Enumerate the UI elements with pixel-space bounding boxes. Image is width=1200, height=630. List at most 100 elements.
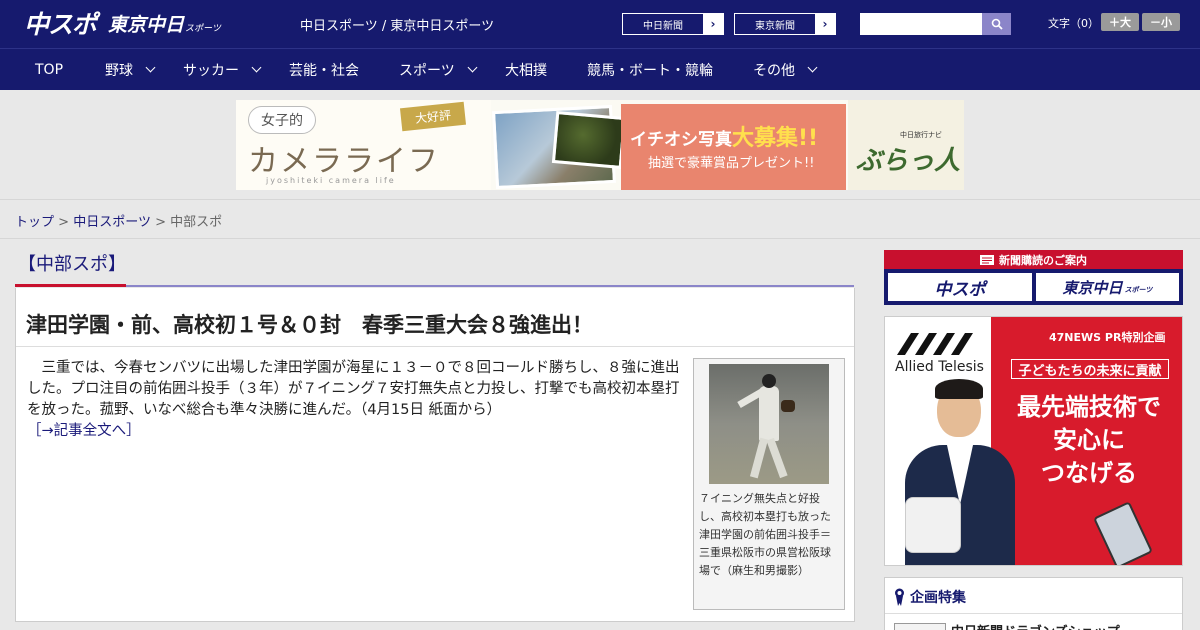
ad-headline-line: つなげる xyxy=(1041,459,1137,487)
feature-item-thumbnail[interactable] xyxy=(894,623,946,630)
nav-item-other[interactable]: その他 xyxy=(753,49,818,90)
feature-divider xyxy=(885,613,1182,614)
headline-divider xyxy=(16,346,854,347)
ad-headline-line: 安心に xyxy=(1053,426,1125,454)
breadcrumb-separator: > xyxy=(155,215,166,230)
newspaper-icon xyxy=(980,254,994,265)
font-smaller-button[interactable]: －小 xyxy=(1142,13,1180,31)
chevron-right-icon: › xyxy=(815,14,835,34)
section-underline-purple xyxy=(126,285,854,287)
tokyo-shimbun-label: 東京新聞 xyxy=(755,20,795,32)
banner-prize-text: 抽選で豪華賞品プレゼント!! xyxy=(648,156,815,171)
nav-item-label: 芸能・社会 xyxy=(289,62,359,79)
allied-telesis-logo-icon xyxy=(897,333,973,355)
nav-item-keiba[interactable]: 競馬・ボート・競輪 xyxy=(587,49,713,90)
feature-box: 企画特集 中日新聞ドラゴンズショップ xyxy=(884,577,1183,630)
banner-romaji: jyoshiteki camera life xyxy=(266,176,396,185)
article-headline: 津田学園・前、高校初１号＆０封 春季三重大会８強進出！ xyxy=(26,313,593,337)
nav-item-label: スポーツ xyxy=(399,62,455,79)
breadcrumb-top-link[interactable]: トップ xyxy=(15,215,54,230)
feature-title-label: 企画特集 xyxy=(910,590,966,606)
subscribe-tokyo-chunichi-label: 東京中日 xyxy=(1062,278,1123,297)
section-title: 【中部スポ】 xyxy=(18,254,126,275)
main-nav: TOP 野球 サッカー 芸能・社会 スポーツ 大相撲 競馬・ボート・競輪 その他 xyxy=(0,48,1200,90)
site-logo[interactable]: 中スポ 東京中日 スポーツ xyxy=(24,8,221,39)
banner-ichioshi-headline: イチオシ写真大募集!! xyxy=(630,120,818,152)
nav-item-top[interactable]: TOP xyxy=(35,49,63,90)
subscription-header: 新聞購読のご案内 xyxy=(884,250,1183,269)
ad-headline-line: 最先端技術で xyxy=(1017,393,1161,421)
ad-person-hair xyxy=(935,379,983,399)
ad-47news-label: 47NEWS PR特別企画 xyxy=(1049,331,1166,344)
chevron-down-icon xyxy=(145,62,156,73)
nav-item-soccer[interactable]: サッカー xyxy=(183,49,262,90)
nav-item-sumo[interactable]: 大相撲 xyxy=(505,49,547,90)
chevron-down-icon xyxy=(467,62,478,73)
banner-camera-life-title: カメラライフ xyxy=(248,144,440,179)
nav-item-sports[interactable]: スポーツ xyxy=(399,49,478,90)
subscribe-chusupo-label: 中スポ xyxy=(934,279,986,300)
tokyo-shimbun-link[interactable]: 東京新聞 › xyxy=(734,13,836,35)
pitcher-glove xyxy=(781,400,795,412)
ad-kodomo-banner: 子どもたちの未来に貢献 xyxy=(1011,359,1169,379)
article-photo-box: ７イニング無失点と好投し、高校初本塁打も放った津田学園の前佑囲斗投手＝三重県松阪… xyxy=(693,358,845,610)
feature-title: 企画特集 xyxy=(894,587,966,607)
article-body: 三重では、今春センバツに出場した津田学園が海星に１３－０で８回コールド勝ちし、８… xyxy=(27,358,687,442)
ad-company-name: Allied Telesis xyxy=(895,359,984,375)
article-card: 津田学園・前、高校初１号＆０封 春季三重大会８強進出！ 三重では、今春センバツに… xyxy=(15,288,855,622)
breadcrumb-current: 中部スポ xyxy=(170,215,223,230)
advertisement[interactable]: Allied Telesis 47NEWS PR特別企画 子どもたちの未来に貢献… xyxy=(884,316,1183,566)
breadcrumb: トップ > 中日スポーツ > 中部スポ xyxy=(15,211,222,230)
chevron-down-icon xyxy=(251,62,262,73)
site-header: 中スポ 東京中日 スポーツ 中日スポーツ / 東京中日スポーツ 中日新聞 › 東… xyxy=(0,0,1200,48)
banner-joshi-badge: 女子的 xyxy=(248,106,316,134)
banner-ichioshi-text: イチオシ写真 xyxy=(630,130,732,150)
ribbon-icon xyxy=(895,588,904,606)
subscribe-tokyo-chunichi-sub: スポーツ xyxy=(1124,286,1153,294)
nav-item-label: 野球 xyxy=(105,62,133,79)
nav-item-label: その他 xyxy=(753,62,795,79)
subscribe-tokyo-chunichi-button[interactable]: 東京中日 スポーツ xyxy=(1036,273,1179,301)
banner-area: 女子的 大好評 カメラライフ jyoshiteki camera life イチ… xyxy=(0,90,1200,200)
nav-item-label: サッカー xyxy=(183,62,239,79)
font-larger-button[interactable]: ＋大 xyxy=(1101,13,1139,31)
nav-item-label: 競馬・ボート・競輪 xyxy=(587,62,713,79)
banner-burattabi-logo: ぶらっ人 xyxy=(856,146,961,176)
search-button[interactable] xyxy=(982,13,1011,35)
read-full-article-link[interactable]: ［→記事全文へ］ xyxy=(27,423,141,439)
article-body-text: 三重では、今春センバツに出場した津田学園が海星に１３－０で８回コールド勝ちし、８… xyxy=(27,360,680,418)
photo-caption: ７イニング無失点と好投し、高校初本塁打も放った津田学園の前佑囲斗投手＝三重県松阪… xyxy=(699,492,831,577)
pitcher-body xyxy=(759,386,779,441)
feature-item-dragons-shop[interactable]: 中日新聞ドラゴンズショップ xyxy=(951,621,1120,630)
search-input[interactable] xyxy=(860,13,982,35)
nav-item-entertainment[interactable]: 芸能・社会 xyxy=(289,49,359,90)
breadcrumb-separator: > xyxy=(58,215,70,230)
logo-chusupo: 中スポ xyxy=(24,10,97,39)
nav-item-label: TOP xyxy=(35,61,64,78)
chevron-right-icon: › xyxy=(703,14,723,34)
subscription-box: 新聞購読のご案内 中スポ 東京中日 スポーツ xyxy=(884,250,1183,305)
site-names: 中日スポーツ / 東京中日スポーツ xyxy=(300,19,495,34)
chunichi-shimbun-label: 中日新聞 xyxy=(643,20,683,32)
nav-item-label: 大相撲 xyxy=(505,62,547,79)
banner-navi-label: 中日旅行ナビ xyxy=(900,131,942,139)
pitcher-leg xyxy=(749,437,769,479)
ad-access-point-device xyxy=(905,497,961,553)
search-icon xyxy=(991,18,1003,30)
nav-item-baseball[interactable]: 野球 xyxy=(105,49,156,90)
pitcher-leg xyxy=(766,437,788,479)
ad-headline: 最先端技術で 安心に つなげる xyxy=(1001,391,1177,490)
banner-photo-plant xyxy=(551,111,627,169)
section-underline-red xyxy=(15,284,126,287)
pitcher-head xyxy=(762,374,776,388)
article-photo[interactable] xyxy=(709,364,829,484)
subscription-header-label: 新聞購読のご案内 xyxy=(999,253,1087,267)
chunichi-shimbun-link[interactable]: 中日新聞 › xyxy=(622,13,724,35)
breadcrumb-site-link[interactable]: 中日スポーツ xyxy=(73,215,151,230)
subscribe-chusupo-button[interactable]: 中スポ xyxy=(888,273,1032,301)
logo-tokyo-chunichi: 東京中日 xyxy=(108,13,185,36)
font-size-label: 文字（0） xyxy=(1048,17,1099,30)
logo-sports-sub: スポーツ xyxy=(185,23,221,34)
breadcrumb-divider xyxy=(0,238,1200,239)
camera-life-banner[interactable]: 女子的 大好評 カメラライフ jyoshiteki camera life イチ… xyxy=(236,100,964,190)
